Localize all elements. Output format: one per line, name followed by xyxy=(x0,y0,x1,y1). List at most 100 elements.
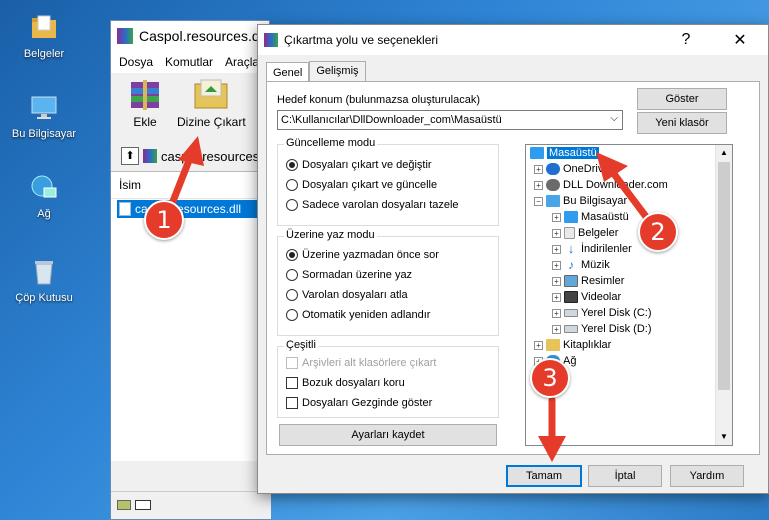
menu-commands[interactable]: Komutlar xyxy=(165,55,213,69)
radio-freshen-existing[interactable]: Sadece varolan dosyaları tazele xyxy=(286,199,459,211)
expand-icon[interactable]: + xyxy=(552,244,561,254)
radio-extract-replace[interactable]: Dosyaları çıkart ve değiştir xyxy=(286,159,432,171)
drive-icon xyxy=(117,500,131,510)
column-name-header[interactable]: İsim xyxy=(111,172,271,199)
checkbox-keep-broken-files[interactable]: Bozuk dosyaları koru xyxy=(286,377,405,389)
tree-node-label: Belgeler xyxy=(578,227,619,239)
tree-node-downloads[interactable]: + ↓ İndirilenler xyxy=(552,241,632,256)
expand-icon[interactable]: + xyxy=(534,180,543,190)
drive-icon xyxy=(564,325,578,333)
expand-icon[interactable]: + xyxy=(552,212,561,222)
tree-node-drive-d[interactable]: + Yerel Disk (D:) xyxy=(552,323,652,335)
radio-overwrite-without-prompt[interactable]: Sormadan üzerine yaz xyxy=(286,269,412,281)
tree-node-label: Yerel Disk (C:) xyxy=(581,307,652,319)
new-folder-button[interactable]: Yeni klasör xyxy=(637,112,727,134)
music-note-icon: ♪ xyxy=(568,258,574,272)
destination-path-input[interactable]: C:\Kullanıcılar\DllDownloader_com\Masaüs… xyxy=(277,110,623,130)
winrar-title: Caspol.resources.dll xyxy=(139,28,266,44)
desktop-icon-label: Bu Bilgisayar xyxy=(11,128,77,140)
folder-icon xyxy=(28,12,60,44)
scroll-down-icon[interactable]: ▼ xyxy=(716,429,732,445)
up-folder-icon[interactable]: ⬆ xyxy=(121,147,139,165)
user-folder-icon xyxy=(546,179,560,191)
recycle-bin-icon xyxy=(28,256,60,288)
radio-auto-rename[interactable]: Otomatik yeniden adlandır xyxy=(286,309,430,321)
tab-advanced[interactable]: Gelişmiş xyxy=(309,61,366,82)
chevron-down-icon[interactable]: ⌵ xyxy=(610,113,618,124)
expand-icon[interactable]: + xyxy=(552,260,561,270)
tree-node-music[interactable]: + ♪ Müzik xyxy=(552,259,610,271)
desktop-icon-this-pc[interactable]: Bu Bilgisayar xyxy=(8,92,80,140)
download-arrow-icon: ↓ xyxy=(567,241,575,256)
tree-node-this-pc[interactable]: − Bu Bilgisayar xyxy=(534,195,627,207)
computer-icon xyxy=(546,195,560,207)
expand-icon[interactable]: + xyxy=(552,292,561,302)
expand-icon[interactable]: + xyxy=(552,308,561,318)
checkbox-show-in-explorer[interactable]: Dosyaları Gezginde göster xyxy=(286,397,432,409)
winrar-address-bar: ⬆ caspol.resources xyxy=(111,143,271,169)
show-button[interactable]: Göster xyxy=(637,88,727,110)
option-label: Varolan dosyaları atla xyxy=(302,289,408,301)
tree-node-libraries[interactable]: + Kitaplıklar xyxy=(534,339,611,351)
dialog-title: Çıkartma yolu ve seçenekleri xyxy=(284,33,439,47)
help-button[interactable]: Yardım xyxy=(670,465,744,487)
tree-node-label: İndirilenler xyxy=(581,243,632,255)
radio-icon xyxy=(286,289,298,301)
misc-label: Çeşitli xyxy=(284,339,318,351)
tab-general[interactable]: Genel xyxy=(266,62,310,83)
tree-node-videos[interactable]: + Videolar xyxy=(552,291,621,303)
tree-node-desktop[interactable]: + Masaüstü xyxy=(552,211,629,223)
update-mode-group: Güncelleme modu Dosyaları çıkart ve deği… xyxy=(277,137,499,226)
save-settings-button[interactable]: Ayarları kaydet xyxy=(279,424,497,446)
folder-tree[interactable]: Masaüstü + OneDrive + DLL Downloader.com −… xyxy=(525,144,733,446)
cancel-button[interactable]: İptal xyxy=(588,465,662,487)
expand-icon[interactable]: + xyxy=(552,228,561,238)
expand-icon[interactable]: + xyxy=(552,324,561,334)
expand-icon[interactable]: + xyxy=(534,164,543,174)
tree-node-documents[interactable]: + Belgeler xyxy=(552,227,618,239)
menu-tools[interactable]: Araçla xyxy=(225,55,259,69)
tree-node-onedrive[interactable]: + OneDrive xyxy=(534,163,609,175)
radio-skip-existing[interactable]: Varolan dosyaları atla xyxy=(286,289,408,301)
tree-node-label: Masaüstü xyxy=(581,211,629,223)
option-label: Bozuk dosyaları koru xyxy=(302,377,405,389)
add-button[interactable]: Ekle xyxy=(123,78,167,129)
collapse-icon[interactable]: − xyxy=(534,196,543,206)
scroll-up-icon[interactable]: ▲ xyxy=(716,145,732,161)
radio-ask-before-overwrite[interactable]: Üzerine yazmadan önce sor xyxy=(286,249,439,261)
extract-to-button[interactable]: Dizine Çıkart xyxy=(177,78,246,129)
checkbox-icon xyxy=(286,357,298,369)
desktop-icon-recycle-bin[interactable]: Çöp Kutusu xyxy=(8,256,80,304)
desktop-icon-documents[interactable]: Belgeler xyxy=(8,12,80,60)
tree-node-label: Müzik xyxy=(581,259,610,271)
tree-node-drive-c[interactable]: + Yerel Disk (C:) xyxy=(552,307,652,319)
add-label: Ekle xyxy=(133,115,157,129)
desktop-icon-label: Çöp Kutusu xyxy=(15,292,73,304)
desktop-icon xyxy=(564,211,578,223)
tree-node-dll-downloader[interactable]: + DLL Downloader.com xyxy=(534,179,668,191)
tree-scrollbar[interactable]: ▲ ▼ xyxy=(715,145,732,445)
close-button[interactable]: ✕ xyxy=(720,25,760,55)
list-item[interactable]: caspol.resources.dll xyxy=(117,200,267,218)
expand-icon[interactable]: + xyxy=(534,340,543,350)
expand-icon[interactable]: + xyxy=(552,276,561,286)
dialog-tabs: Genel Gelişmiş xyxy=(266,61,366,83)
scroll-thumb[interactable] xyxy=(718,162,730,390)
radio-icon xyxy=(286,199,298,211)
extract-to-label: Dizine Çıkart xyxy=(177,115,246,129)
ok-button[interactable]: Tamam xyxy=(506,465,582,487)
desktop-icon-network[interactable]: Ağ xyxy=(8,172,80,220)
tree-node-desktop-root[interactable]: Masaüstü xyxy=(530,147,599,159)
winrar-file-list[interactable]: İsim caspol.resources.dll xyxy=(111,171,271,461)
picture-icon xyxy=(564,275,578,287)
tree-node-pictures[interactable]: + Resimler xyxy=(552,275,624,287)
radio-extract-update[interactable]: Dosyaları çıkart ve güncelle xyxy=(286,179,437,191)
option-label: Dosyaları çıkart ve değiştir xyxy=(302,159,432,171)
address-text: caspol.resources xyxy=(161,148,260,164)
tree-node-label: Masaüstü xyxy=(547,147,599,159)
desktop-icon-label: Belgeler xyxy=(23,48,65,60)
menu-file[interactable]: Dosya xyxy=(119,55,153,69)
help-title-button[interactable]: ? xyxy=(666,25,706,55)
key-icon xyxy=(135,500,151,510)
file-icon xyxy=(119,202,131,216)
